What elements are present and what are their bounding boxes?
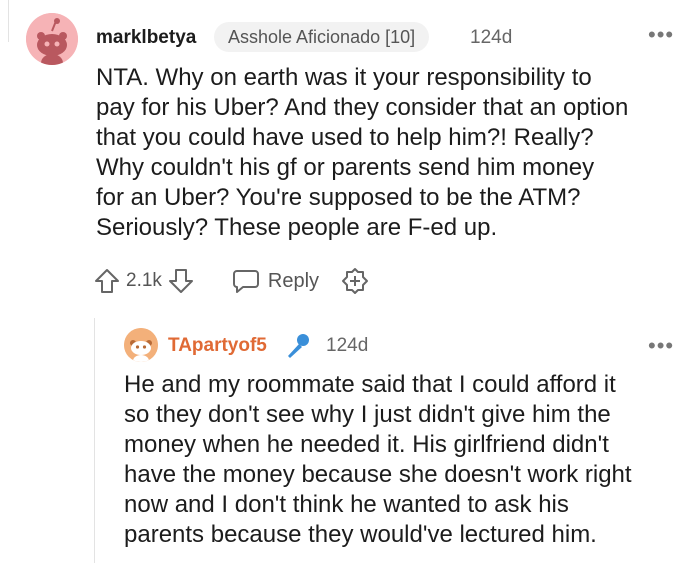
reply-button[interactable]: Reply [232, 268, 319, 294]
snoo-avatar-icon [26, 13, 78, 65]
award-plus-icon[interactable] [341, 267, 369, 295]
comment-age: 124d [470, 27, 513, 48]
comment-body: NTA. Why on earth was it your responsibi… [96, 64, 629, 241]
more-options-icon[interactable]: ••• [648, 333, 674, 359]
reply-avatar[interactable] [124, 328, 158, 362]
reply-age: 124d [326, 335, 369, 356]
reply-thread-line [94, 318, 95, 563]
upvote-arrow-icon[interactable] [92, 266, 122, 296]
comment-username[interactable]: marklbetya [96, 27, 196, 49]
reply-label: Reply [267, 269, 320, 292]
microphone-icon [283, 331, 313, 366]
reply-username[interactable]: TApartyof5 [168, 335, 267, 357]
more-options-icon[interactable]: ••• [648, 22, 674, 48]
user-flair: Asshole Aficionado [10] [214, 22, 430, 52]
downvote-arrow-icon[interactable] [166, 266, 196, 296]
vote-count: 2.1k [126, 270, 162, 291]
speech-bubble-icon [232, 270, 259, 293]
reply-body: He and my roommate said that I could aff… [124, 371, 632, 548]
snoo-avatar-icon [124, 328, 158, 362]
comment-actions: 2.1k Reply [92, 263, 369, 299]
avatar[interactable] [26, 13, 78, 65]
thread-line [8, 0, 9, 42]
